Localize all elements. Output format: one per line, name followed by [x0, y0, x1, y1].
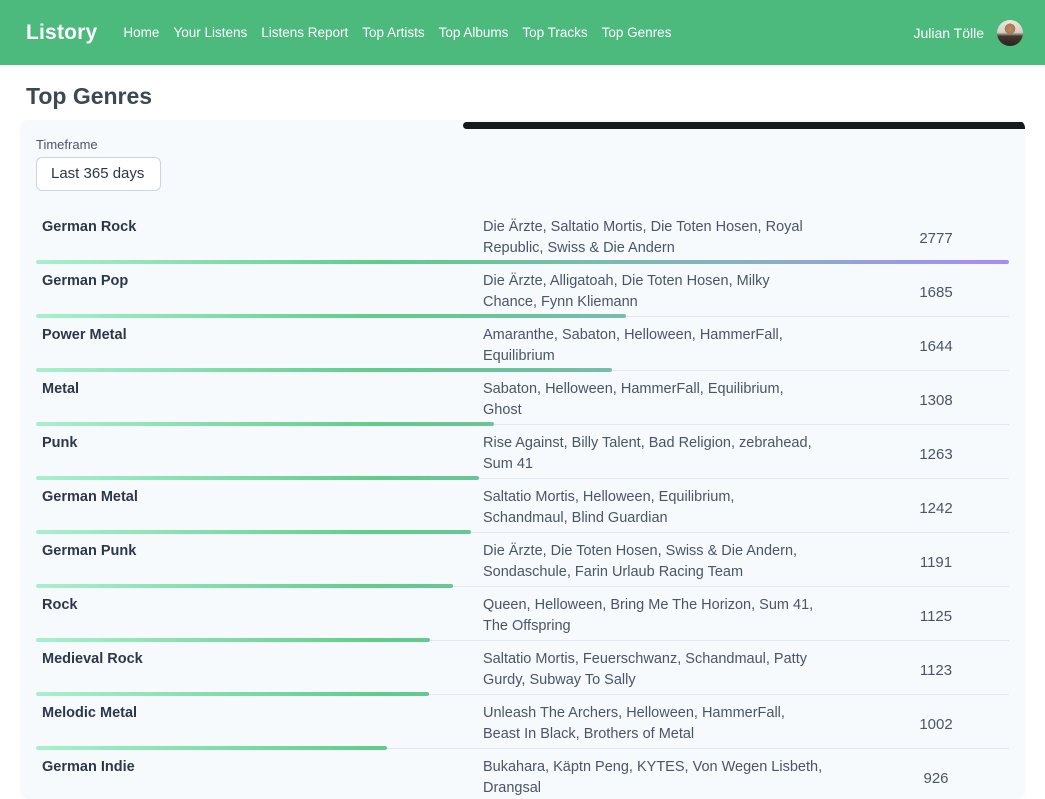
artists-list: Saltatio Mortis, Helloween, Equilibrium,…	[483, 487, 823, 529]
listen-count: 1644	[823, 338, 1009, 355]
nav-link-top-tracks[interactable]: Top Tracks	[522, 25, 587, 40]
listen-count: 1123	[823, 662, 1009, 679]
user-name[interactable]: Julian Tölle	[913, 25, 984, 41]
genre-listens-bar	[36, 476, 479, 480]
genre-name: Punk	[36, 433, 483, 475]
nav-link-listens-report[interactable]: Listens Report	[261, 25, 348, 40]
genre-listens-bar	[36, 692, 429, 696]
genre-table: German Rock Die Ärzte, Saltatio Mortis, …	[36, 209, 1009, 799]
genre-row: German Metal Saltatio Mortis, Helloween,…	[36, 479, 1009, 533]
genre-name: German Rock	[36, 217, 483, 259]
listen-count: 1191	[823, 554, 1009, 571]
listen-count: 1002	[823, 716, 1009, 733]
horizontal-scrollbar-thumb[interactable]	[463, 122, 1025, 129]
artists-list: Die Ärzte, Die Toten Hosen, Swiss & Die …	[483, 541, 823, 583]
genre-name: German Pop	[36, 271, 483, 313]
app-logo[interactable]: Listory	[26, 21, 97, 45]
listen-count: 1125	[823, 608, 1009, 625]
genre-listens-bar	[36, 368, 612, 372]
genre-name: Metal	[36, 379, 483, 421]
genre-name: Melodic Metal	[36, 703, 483, 745]
artists-list: Die Ärzte, Saltatio Mortis, Die Toten Ho…	[483, 217, 823, 259]
page-title: Top Genres	[26, 83, 1019, 110]
genre-name: German Punk	[36, 541, 483, 583]
genre-row: German Rock Die Ärzte, Saltatio Mortis, …	[36, 209, 1009, 263]
genre-listens-bar	[36, 314, 626, 318]
listen-count: 1308	[823, 392, 1009, 409]
genre-listens-bar	[36, 746, 387, 750]
nav-link-top-artists[interactable]: Top Artists	[362, 25, 424, 40]
nav-links: Home Your Listens Listens Report Top Artist…	[123, 25, 671, 40]
genre-name: Medieval Rock	[36, 649, 483, 691]
artists-list: Rise Against, Billy Talent, Bad Religion…	[483, 433, 823, 475]
nav-link-top-genres[interactable]: Top Genres	[602, 25, 672, 40]
nav-link-top-albums[interactable]: Top Albums	[439, 25, 509, 40]
artists-list: Queen, Helloween, Bring Me The Horizon, …	[483, 595, 823, 637]
timeframe-label: Timeframe	[36, 137, 1009, 152]
genre-row: German Pop Die Ärzte, Alligatoah, Die To…	[36, 263, 1009, 317]
listen-count: 2777	[823, 230, 1009, 247]
artists-list: Amaranthe, Sabaton, Helloween, HammerFal…	[483, 325, 823, 367]
timeframe-select[interactable]: Last 365 days	[36, 157, 161, 191]
artists-list: Bukahara, Käptn Peng, KYTES, Von Wegen L…	[483, 757, 823, 799]
listen-count: 926	[823, 770, 1009, 787]
artists-list: Unleash The Archers, Helloween, HammerFa…	[483, 703, 823, 745]
nav-link-home[interactable]: Home	[123, 25, 159, 40]
genre-name: German Indie	[36, 757, 483, 799]
genre-listens-bar	[36, 638, 430, 642]
listen-count: 1242	[823, 500, 1009, 517]
genre-listens-bar	[36, 260, 1009, 264]
genre-name: Rock	[36, 595, 483, 637]
genre-row: Punk Rise Against, Billy Talent, Bad Rel…	[36, 425, 1009, 479]
listen-count: 1263	[823, 446, 1009, 463]
genre-row: German Punk Die Ärzte, Die Toten Hosen, …	[36, 533, 1009, 587]
nav-link-your-listens[interactable]: Your Listens	[173, 25, 247, 40]
genre-row: Power Metal Amaranthe, Sabaton, Hellowee…	[36, 317, 1009, 371]
genre-name: Power Metal	[36, 325, 483, 367]
genre-row: Rock Queen, Helloween, Bring Me The Hori…	[36, 587, 1009, 641]
artists-list: Sabaton, Helloween, HammerFall, Equilibr…	[483, 379, 823, 421]
listen-count: 1685	[823, 284, 1009, 301]
genre-name: German Metal	[36, 487, 483, 529]
top-navbar: Listory Home Your Listens Listens Report To…	[0, 0, 1045, 65]
genre-listens-bar	[36, 422, 494, 426]
genre-row: German Indie Bukahara, Käptn Peng, KYTES…	[36, 749, 1009, 799]
genre-row: Metal Sabaton, Helloween, HammerFall, Eq…	[36, 371, 1009, 425]
genre-listens-bar	[36, 530, 471, 534]
genre-listens-bar	[36, 584, 453, 588]
genre-row: Melodic Metal Unleash The Archers, Hello…	[36, 695, 1009, 749]
top-genres-card: Timeframe Last 365 days German Rock Die …	[20, 120, 1025, 799]
genre-row: Medieval Rock Saltatio Mortis, Feuerschw…	[36, 641, 1009, 695]
artists-list: Saltatio Mortis, Feuerschwanz, Schandmau…	[483, 649, 823, 691]
user-avatar[interactable]	[997, 20, 1023, 46]
artists-list: Die Ärzte, Alligatoah, Die Toten Hosen, …	[483, 271, 823, 313]
